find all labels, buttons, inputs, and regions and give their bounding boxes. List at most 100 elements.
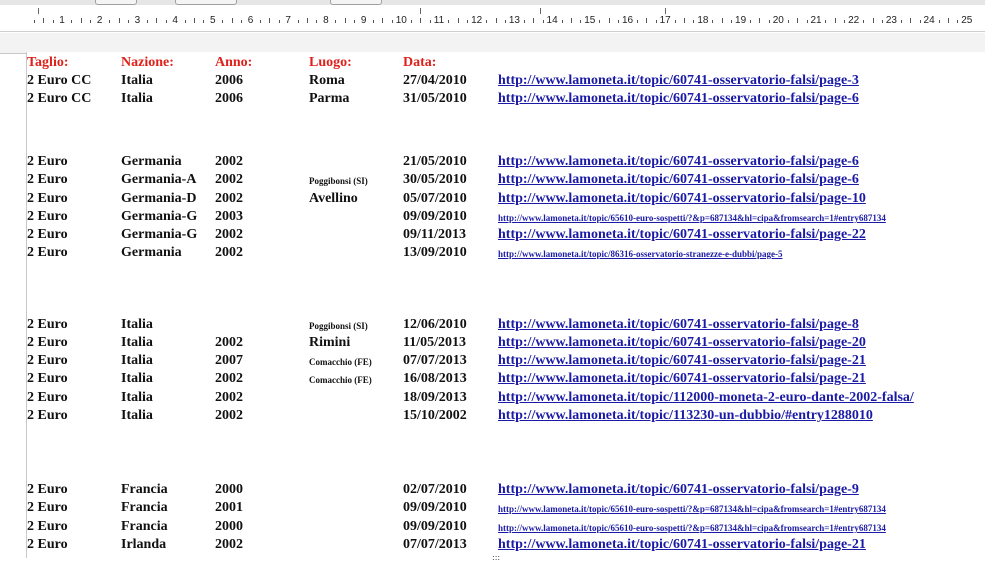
- ruler-tick: [768, 20, 770, 23]
- cell-anno: 2000: [215, 482, 243, 497]
- ruler-number: 12: [471, 15, 483, 26]
- cell-anno: 2006: [215, 73, 243, 88]
- document-page[interactable]: Taglio: Nazione: Anno: Luogo: Data: 2 Eu…: [26, 52, 985, 558]
- horizontal-ruler[interactable]: 1 2 3 4 5 6 7 8 9 10 11 12 13 14 15 16 17 18 19 20 21 22 23 24 2…: [0, 5, 985, 32]
- ruler-tick: [335, 20, 337, 23]
- cell-link[interactable]: http://www.lamoneta.it/topic/60741-osser…: [498, 335, 866, 351]
- ruler-tick: [825, 20, 827, 23]
- ruler-tick: [533, 18, 535, 23]
- cell-link[interactable]: http://www.lamoneta.it/topic/60741-osser…: [498, 73, 859, 89]
- ruler-number: 7: [285, 15, 291, 26]
- ruler-tick: [231, 18, 233, 23]
- cell-taglio: 2 Euro: [27, 353, 68, 368]
- cell-link[interactable]: http://www.lamoneta.it/topic/60741-osser…: [498, 371, 866, 387]
- ruler-tick: [52, 20, 54, 23]
- cell-link[interactable]: http://www.lamoneta.it/topic/65610-euro-…: [498, 213, 886, 223]
- ruler-tick: [636, 20, 638, 23]
- cell-data: 15/10/2002: [403, 408, 467, 423]
- cell-luogo: Rimini: [309, 335, 351, 350]
- ruler-tick: [797, 18, 799, 23]
- ruler-tick: [241, 20, 243, 23]
- cell-anno: 2000: [215, 519, 243, 534]
- cell-nazione: Italia: [121, 371, 153, 386]
- cell-anno: 2002: [215, 227, 243, 242]
- cell-nazione: Germania: [121, 245, 182, 260]
- ruler-number: 3: [134, 15, 141, 26]
- cell-data: 09/09/2010: [403, 519, 467, 534]
- cell-link[interactable]: http://www.lamoneta.it/topic/60741-osser…: [498, 317, 859, 333]
- ruler-number: 10: [395, 15, 407, 26]
- cell-anno: 2006: [215, 91, 243, 106]
- cell-luogo: Poggibonsi (SI): [309, 176, 368, 186]
- cell-luogo: Poggibonsi (SI): [309, 321, 368, 331]
- ruler-tick: [599, 20, 601, 23]
- ruler-tick: [570, 18, 572, 23]
- ruler-tick: [354, 20, 356, 23]
- cell-luogo: Comacchio (FE): [309, 357, 372, 367]
- ruler-tick: [750, 20, 752, 23]
- cell-taglio: 2 Euro: [27, 317, 68, 332]
- ruler-tick: [109, 20, 111, 23]
- cell-link[interactable]: http://www.lamoneta.it/topic/60741-osser…: [498, 91, 859, 107]
- ruler-tick: [203, 20, 205, 23]
- ruler-tick: [344, 18, 346, 23]
- cell-link[interactable]: http://www.lamoneta.it/topic/65610-euro-…: [498, 504, 886, 514]
- ruler-tick: [410, 20, 412, 23]
- tab-stop-marker[interactable]: [38, 8, 39, 14]
- cell-nazione: Italia: [121, 335, 153, 350]
- cell-anno: 2002: [215, 371, 243, 386]
- cell-link[interactable]: http://www.lamoneta.it/topic/60741-osser…: [498, 172, 859, 188]
- cell-anno: 2002: [215, 172, 243, 187]
- cell-link[interactable]: http://www.lamoneta.it/topic/60741-osser…: [498, 154, 859, 170]
- ruler-number: 9: [360, 15, 367, 26]
- cell-anno: 2007: [215, 353, 243, 368]
- ruler-tick: [957, 20, 959, 23]
- cell-anno: 2002: [215, 191, 243, 206]
- cell-luogo: Roma: [309, 73, 345, 88]
- tab-stop-marker[interactable]: [420, 8, 421, 14]
- cell-link[interactable]: http://www.lamoneta.it/topic/60741-osser…: [498, 191, 866, 207]
- cell-anno: 2002: [215, 245, 243, 260]
- ruler-tick: [655, 20, 657, 23]
- cell-data: 31/05/2010: [403, 91, 467, 106]
- ruler-tick: [165, 20, 167, 23]
- cell-link[interactable]: http://www.lamoneta.it/topic/112000-mone…: [498, 390, 914, 406]
- cell-nazione: Italia: [121, 353, 153, 368]
- ruler-tick: [382, 18, 384, 23]
- cell-taglio: 2 Euro: [27, 172, 68, 187]
- cell-nazione: Germania-A: [121, 172, 197, 187]
- cell-taglio: 2 Euro: [27, 537, 68, 552]
- cell-data: 27/04/2010: [403, 73, 467, 88]
- tab-stop-marker[interactable]: [665, 8, 666, 14]
- cell-taglio: 2 Euro: [27, 371, 68, 386]
- cell-data: 02/07/2010: [403, 482, 467, 497]
- ruler-tick: [580, 20, 582, 23]
- ruler-tick: [561, 20, 563, 23]
- ruler-tick: [834, 18, 836, 23]
- cell-nazione: Francia: [121, 500, 168, 515]
- cell-link[interactable]: http://www.lamoneta.it/topic/60741-osser…: [498, 227, 866, 243]
- ruler-tick: [43, 18, 45, 23]
- header-taglio: Taglio:: [27, 55, 69, 70]
- page-gap: [0, 33, 985, 54]
- cell-taglio: 2 Euro: [27, 500, 68, 515]
- header-data: Data:: [403, 55, 437, 70]
- ruler-number: 14: [546, 15, 558, 26]
- cell-link[interactable]: http://www.lamoneta.it/topic/86316-osser…: [498, 249, 782, 259]
- ruler-number: 5: [210, 15, 216, 26]
- cell-data: 09/11/2013: [403, 227, 467, 242]
- tab-stop-marker[interactable]: [540, 8, 541, 14]
- cell-link[interactable]: http://www.lamoneta.it/topic/65610-euro-…: [498, 523, 886, 533]
- ruler-number: 20: [772, 15, 784, 26]
- cell-link[interactable]: http://www.lamoneta.it/topic/60741-osser…: [498, 353, 866, 369]
- cell-data: 09/09/2010: [403, 209, 467, 224]
- cell-link[interactable]: http://www.lamoneta.it/topic/60741-osser…: [498, 537, 866, 553]
- ruler-tick: [523, 20, 525, 23]
- cell-link[interactable]: http://www.lamoneta.it/topic/113230-un-d…: [498, 408, 873, 424]
- cell-taglio: 2 Euro: [27, 408, 68, 423]
- ruler-tick: [618, 20, 620, 23]
- cell-link[interactable]: http://www.lamoneta.it/topic/60741-osser…: [498, 482, 859, 498]
- ruler-tick: [90, 20, 92, 23]
- cell-nazione: Irlanda: [121, 537, 167, 552]
- cell-taglio: 2 Euro: [27, 209, 68, 224]
